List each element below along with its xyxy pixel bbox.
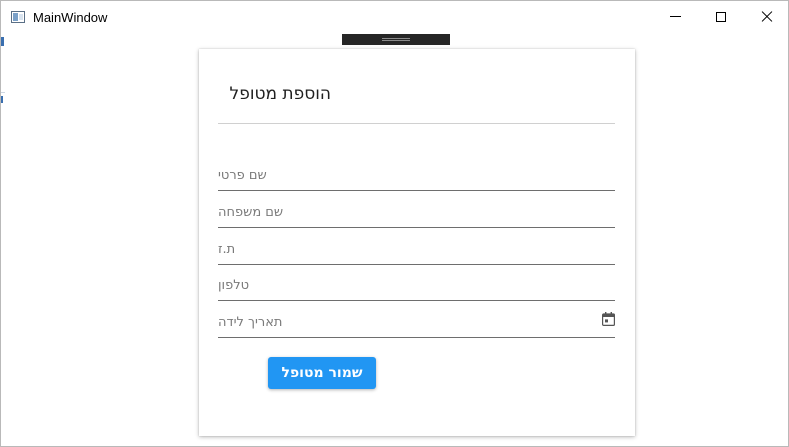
last-name-field[interactable]: שם משפחה — [218, 199, 615, 228]
first-name-input[interactable] — [218, 164, 615, 188]
close-icon — [761, 11, 773, 23]
add-patient-dialog: הוספת מטופל שם פרטי שם משפחה ת.ז טלפון ת… — [199, 49, 635, 436]
phone-field[interactable]: טלפון — [218, 272, 615, 301]
phone-input[interactable] — [218, 274, 615, 298]
first-name-field[interactable]: שם פרטי — [218, 162, 615, 191]
dialog-title: הוספת מטופל — [229, 84, 331, 104]
grip-icon — [382, 38, 410, 41]
app-icon — [11, 11, 25, 23]
background-artifact — [1, 92, 5, 93]
title-divider — [218, 123, 615, 124]
background-artifact — [1, 37, 4, 46]
id-number-field[interactable]: ת.ז — [218, 236, 615, 265]
maximize-icon — [716, 11, 726, 22]
maximize-button[interactable] — [698, 1, 744, 32]
minimize-button[interactable] — [652, 1, 698, 32]
window-title: MainWindow — [33, 10, 108, 25]
id-number-input[interactable] — [218, 238, 615, 262]
calendar-icon[interactable] — [602, 312, 615, 326]
drag-handle[interactable] — [342, 34, 450, 45]
last-name-input[interactable] — [218, 201, 615, 225]
save-patient-button[interactable]: שמור מטופל — [268, 357, 376, 389]
birth-date-input[interactable] — [218, 311, 615, 335]
birth-date-field[interactable]: תאריך לידה — [218, 309, 615, 338]
title-bar[interactable]: MainWindow — [1, 1, 788, 32]
close-button[interactable] — [744, 1, 788, 32]
main-window: MainWindow הוספת מטופל שם פרטי שם משפחה … — [0, 0, 789, 447]
minimize-icon — [669, 16, 681, 17]
background-artifact — [1, 96, 3, 103]
